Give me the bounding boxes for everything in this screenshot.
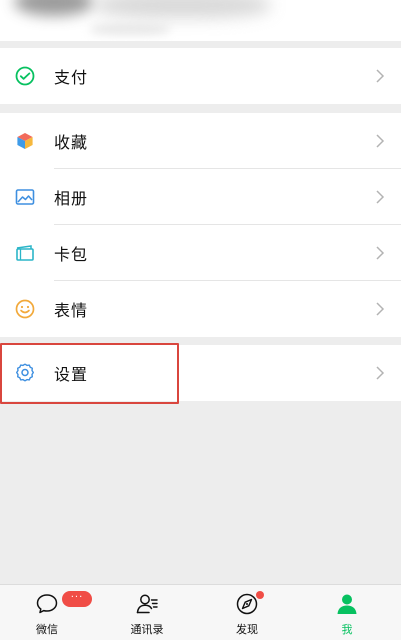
tab-contacts[interactable]: 通讯录 xyxy=(107,585,187,640)
menu-item-label: 卡包 xyxy=(54,245,89,264)
contacts-icon xyxy=(134,591,160,617)
menu-item-pay[interactable]: 支付 xyxy=(0,48,401,104)
tab-label: 通讯录 xyxy=(130,623,164,636)
avatar xyxy=(14,0,94,16)
person-icon xyxy=(334,591,360,617)
gear-icon xyxy=(14,362,36,384)
menu-item-label: 相册 xyxy=(54,189,89,208)
tab-label: 发现 xyxy=(236,623,258,636)
profile-name-blurred xyxy=(95,0,270,18)
menu-item-album[interactable]: 相册 xyxy=(0,169,401,225)
menu-item-label: 表情 xyxy=(54,301,89,320)
smiley-icon xyxy=(14,298,36,320)
chevron-right-icon xyxy=(375,245,385,261)
pay-group: 支付 xyxy=(0,48,401,104)
menu-item-favorites[interactable]: 收藏 xyxy=(0,113,401,169)
favorites-cube-icon xyxy=(14,130,36,152)
album-icon xyxy=(14,186,36,208)
menu-item-label: 支付 xyxy=(54,68,89,87)
chevron-right-icon xyxy=(375,365,385,381)
content-group: 收藏 相册 卡包 表情 xyxy=(0,113,401,337)
chevron-right-icon xyxy=(375,301,385,317)
chat-bubble-icon xyxy=(34,591,60,617)
profile-id-blurred xyxy=(90,24,170,34)
chevron-right-icon xyxy=(375,68,385,84)
chevron-right-icon xyxy=(375,133,385,149)
unread-badge: ··· xyxy=(62,591,92,607)
tab-chats[interactable]: 微信 ··· xyxy=(7,585,92,640)
chevron-right-icon xyxy=(375,189,385,205)
menu-item-cards[interactable]: 卡包 xyxy=(0,225,401,281)
tab-label: 我 xyxy=(341,623,353,636)
me-screen: 支付 收藏 相册 卡包 表情 设置 微信 ··· 通讯录 发现 我 xyxy=(0,0,401,640)
card-wallet-icon xyxy=(14,242,36,264)
bottom-tab-bar: 微信 ··· 通讯录 发现 我 xyxy=(0,584,401,640)
settings-group: 设置 xyxy=(0,345,401,401)
wechat-pay-icon xyxy=(14,65,36,87)
menu-item-settings[interactable]: 设置 xyxy=(0,345,401,401)
tab-discover[interactable]: 发现 xyxy=(207,585,287,640)
menu-item-label: 设置 xyxy=(54,365,89,384)
discover-red-dot xyxy=(256,591,264,599)
menu-item-label: 收藏 xyxy=(54,133,89,152)
tab-me[interactable]: 我 xyxy=(307,585,387,640)
menu-item-stickers[interactable]: 表情 xyxy=(0,281,401,337)
tab-label: 微信 xyxy=(36,623,58,636)
profile-header[interactable] xyxy=(0,0,401,41)
